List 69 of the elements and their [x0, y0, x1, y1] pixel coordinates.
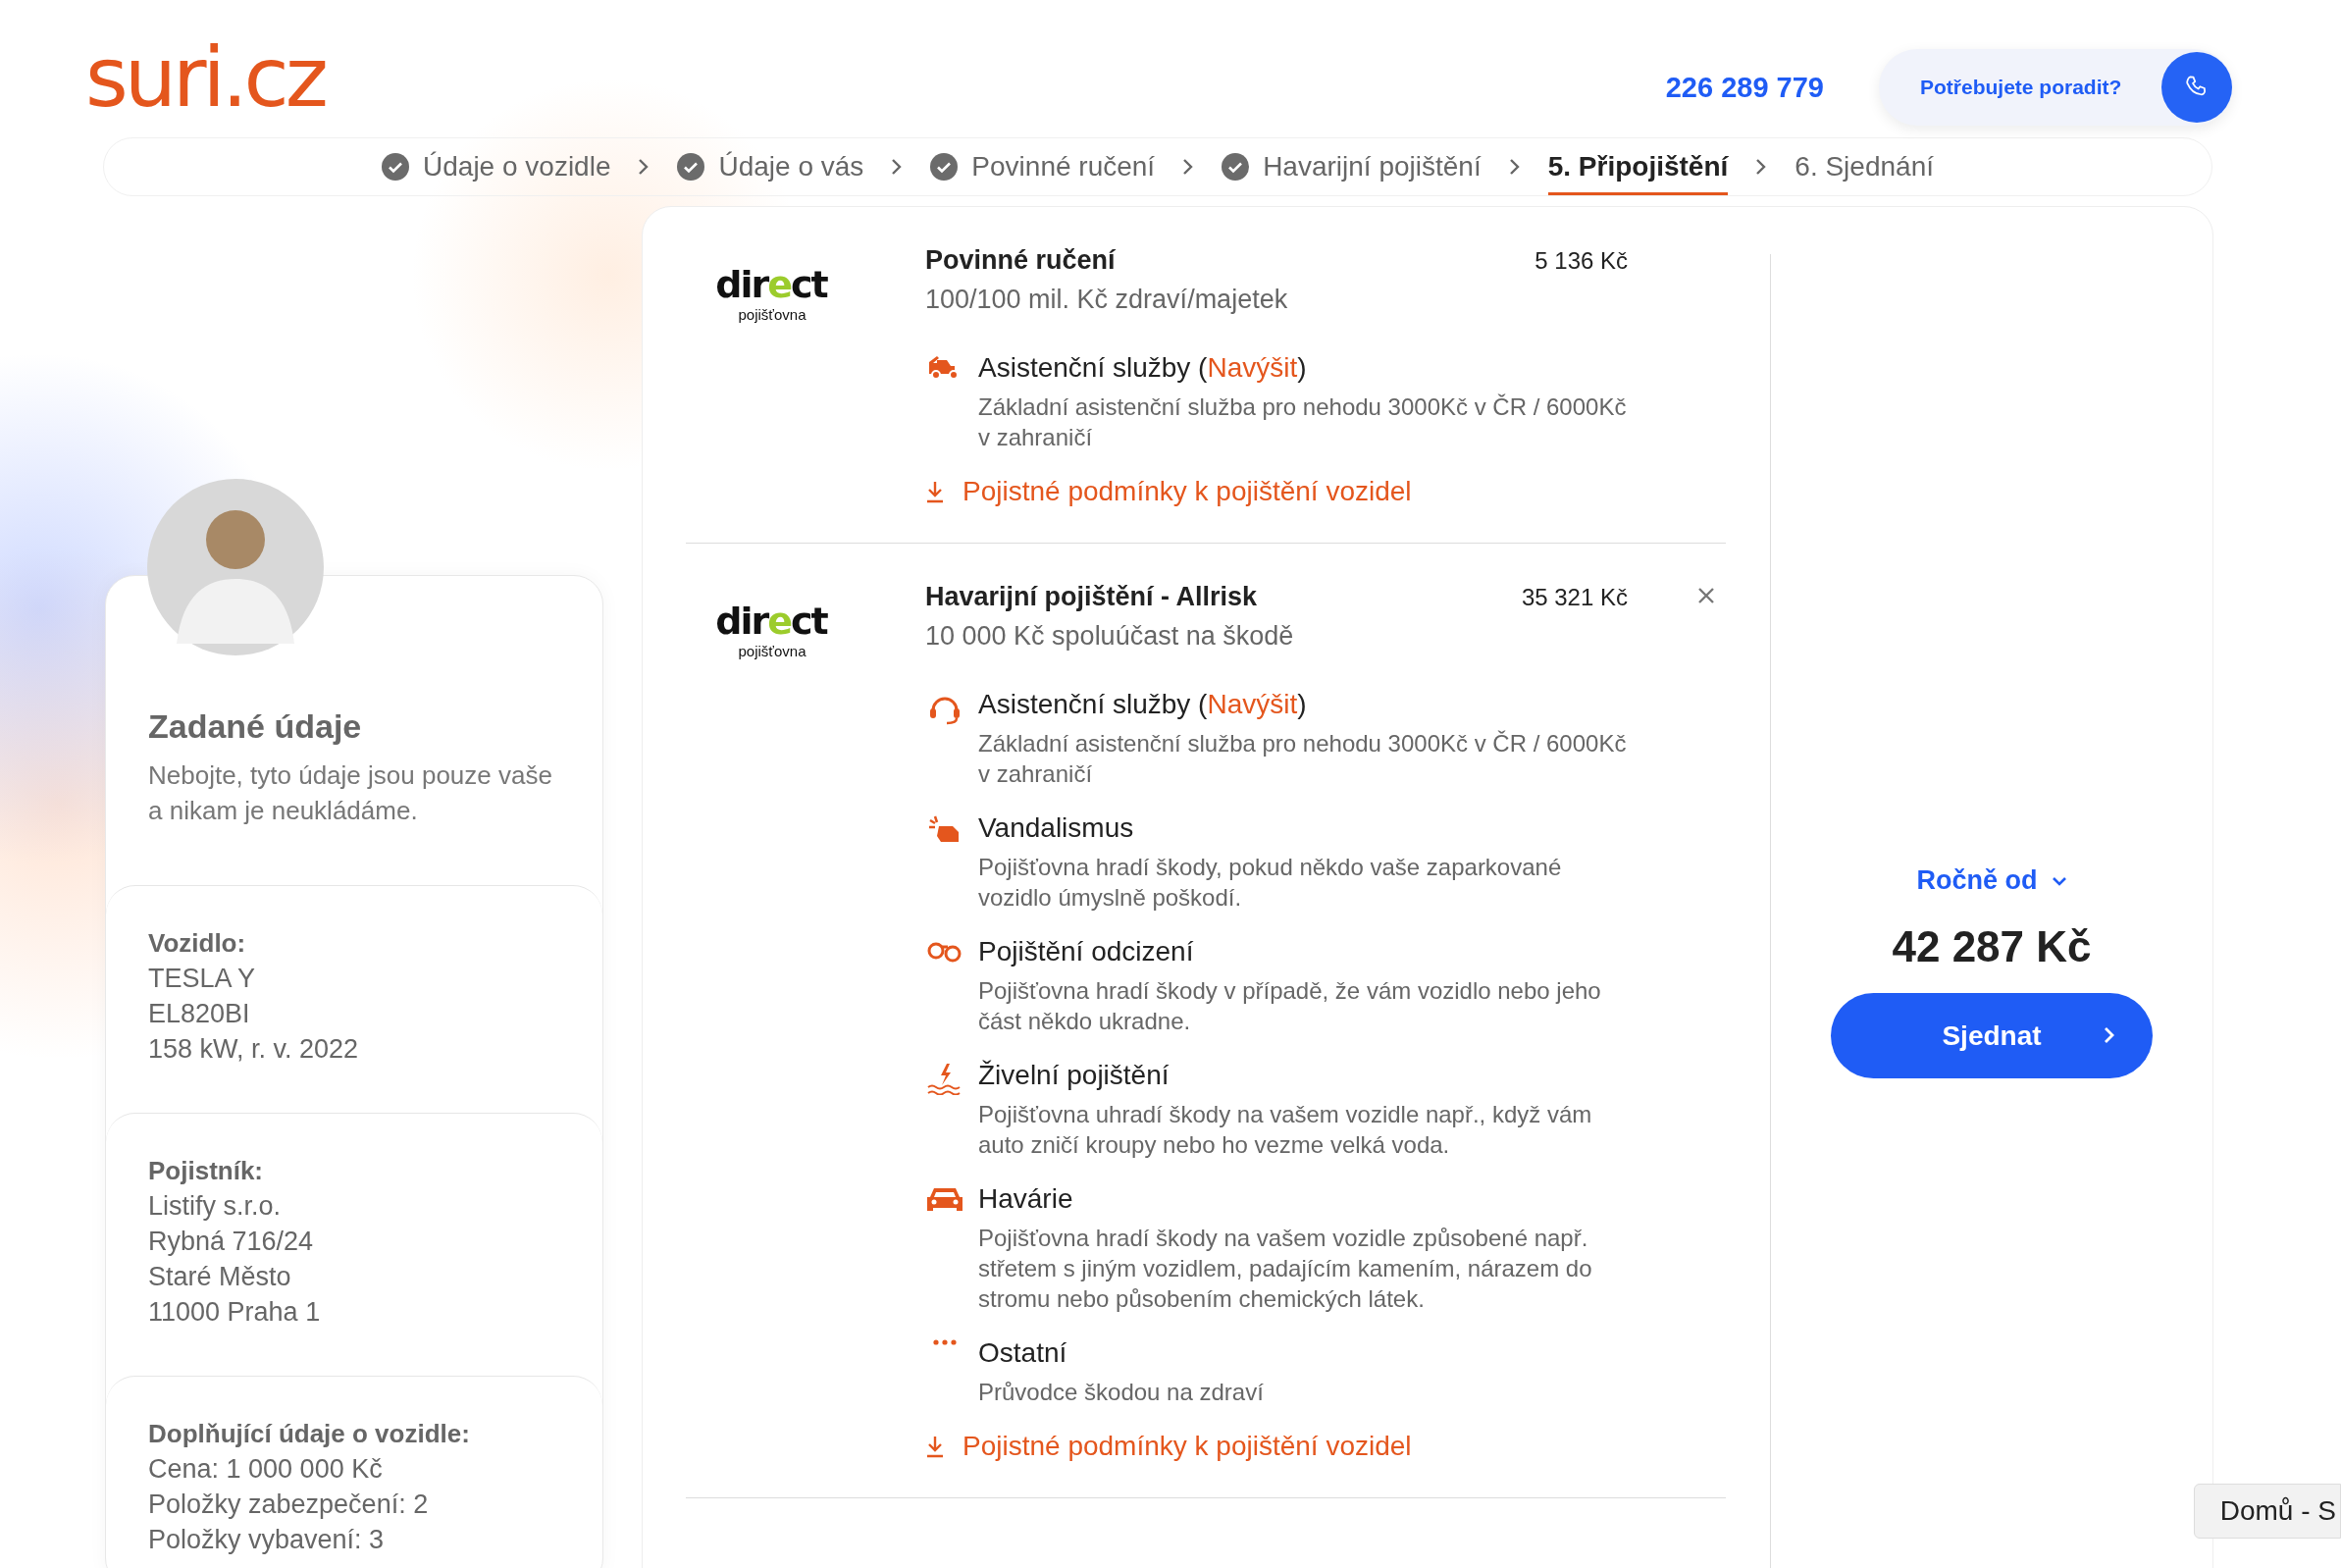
feature-title: Ostatní	[978, 1336, 1068, 1370]
summary-note: Nebojte, tyto údaje jsou pouze vaše a nikam je neukládáme.	[147, 759, 553, 827]
summary-line: TESLA Y	[148, 963, 257, 995]
terms-download-link[interactable]: Pojistné podmínky k pojištění vozidel	[925, 1431, 1412, 1462]
step-tab[interactable]: Údaje o vás	[677, 138, 864, 195]
summary-line: Staré Město	[148, 1261, 292, 1293]
feature-title: Pojištění odcizení	[978, 935, 1195, 968]
feature-description: Základní asistenční služba pro nehodu 3000Kč v ČR / 6000Kč v zahraničí	[978, 392, 1628, 452]
chevron-icon	[1755, 158, 1768, 176]
summary-line: Položky vybavení: 3	[148, 1524, 386, 1556]
product-price: 35 321 Kč	[1521, 584, 1628, 611]
product-title: Havarijní pojištění - Allrisk	[925, 581, 1259, 613]
feature-description: Základní asistenční služba pro nehodu 3000Kč v ČR / 6000Kč v zahraničí	[978, 729, 1628, 789]
summary-line: 11000 Praha 1	[148, 1296, 322, 1329]
product-price: 5 136 Kč	[1535, 247, 1628, 275]
step-tab[interactable]: 5. Připojištění	[1547, 138, 1729, 195]
summary-line: EL820BI	[148, 998, 251, 1030]
check-icon	[677, 153, 705, 181]
feature-title: Asistenční služby (Navýšit)	[978, 688, 1308, 721]
feature-title: Asistenční služby (Navýšit)	[978, 351, 1308, 385]
summary-line: Cena: 1 000 000 Kč	[148, 1453, 384, 1486]
more-icon	[933, 1339, 957, 1345]
insurer-logo: direct pojišťovna	[714, 262, 829, 325]
summary-title: Zadané údaje	[147, 707, 363, 746]
summary-line: Listify s.r.o.	[148, 1190, 283, 1223]
feature-description: Pojišťovna hradí škody v případě, že vám vozidlo nebo jeho část někdo ukradne.	[978, 976, 1602, 1036]
section-heading: Pojistník:	[148, 1155, 264, 1187]
check-icon	[382, 153, 409, 181]
terms-download-link[interactable]: Pojistné podmínky k pojištění vozidel	[925, 476, 1412, 507]
chevron-right-icon	[2104, 1026, 2115, 1044]
feature-description: Pojišťovna hradí škody na vašem vozidle způsobené např. střetem s jiným vozidlem, padajícím kamením, nárazem do stromu nebo působením chemických látek.	[978, 1224, 1593, 1314]
tooltip: Domů - S	[2193, 1484, 2341, 1539]
product-subtitle: 100/100 mil. Kč zdraví/majetek	[925, 284, 1289, 316]
help-button[interactable]: Potřebujete poradit?	[1879, 49, 2232, 126]
check-icon	[930, 153, 959, 181]
step-tab[interactable]: Havarijní pojištění	[1222, 138, 1482, 195]
check-icon	[1222, 153, 1250, 181]
download-icon	[925, 480, 945, 503]
chevron-icon	[1182, 158, 1195, 176]
site-logo[interactable]: suri.cz	[85, 36, 325, 119]
increase-link[interactable]: Navýšit	[1207, 689, 1298, 719]
summary-line: 158 kW, r. v. 2022	[148, 1033, 360, 1066]
feature-title: Vandalismus	[978, 811, 1135, 845]
chevron-icon	[1508, 158, 1521, 176]
increase-link[interactable]: Navýšit	[1207, 352, 1298, 383]
feature-description: Pojišťovna uhradí škody na vašem vozidle např., když vám auto zničí kroupy nebo ho vezme velká voda.	[978, 1100, 1593, 1160]
step-tab[interactable]: Povinné ručení	[930, 138, 1156, 195]
phone-link[interactable]: 226 289 779	[1665, 71, 1824, 104]
product-title: Povinné ručení	[925, 244, 1117, 277]
period-dropdown[interactable]: Ročně od	[1910, 864, 2073, 897]
total-price: 42 287 Kč	[1892, 922, 2092, 971]
download-icon	[925, 1435, 945, 1458]
summary-line: Rybná 716/24	[148, 1226, 315, 1258]
insurer-logo: direct pojišťovna	[714, 599, 829, 661]
feature-title: Havárie	[978, 1182, 1074, 1216]
step-tab[interactable]: Údaje o vozidle	[382, 138, 611, 195]
product-subtitle: 10 000 Kč spoluúčast na škodě	[925, 620, 1295, 653]
close-icon	[1696, 586, 1716, 605]
section-heading: Doplňující údaje o vozidle:	[148, 1418, 471, 1450]
section-heading: Vozidlo:	[148, 927, 247, 960]
submit-button[interactable]: Sjednat	[1831, 993, 2153, 1078]
feature-description: Průvodce škodou na zdraví	[978, 1378, 1265, 1407]
chevron-icon	[638, 158, 650, 176]
chevron-down-icon	[2051, 875, 2067, 886]
chevron-icon	[891, 158, 904, 176]
summary-line: Položky zabezpečení: 2	[148, 1489, 430, 1521]
step-tab[interactable]: 6. Sjednání	[1795, 138, 1934, 195]
feature-title: Živelní pojištění	[978, 1059, 1170, 1092]
feature-description: Pojišťovna hradí škody, pokud někdo vaše zaparkované vozidlo úmyslně poškodí.	[978, 853, 1563, 913]
